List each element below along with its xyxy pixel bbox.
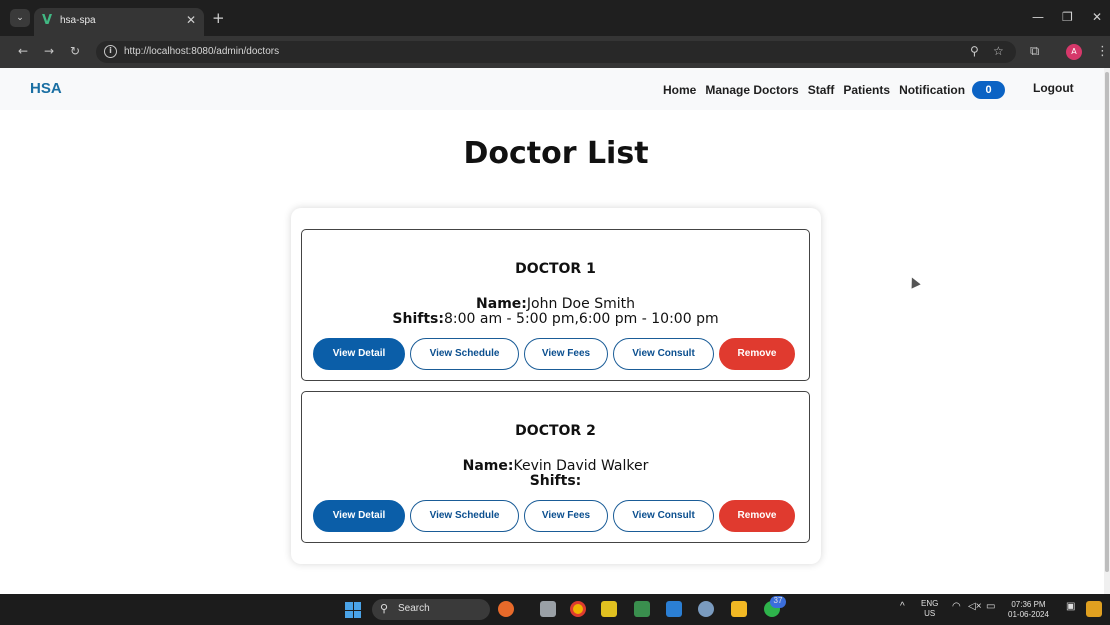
tab-title: hsa-spa: [60, 15, 96, 26]
copilot-icon[interactable]: [1086, 601, 1102, 617]
browser-menu-icon[interactable]: ⋮: [1096, 44, 1109, 59]
app-navbar: HSA Home Manage Doctors Staff Patients N…: [0, 68, 1104, 110]
taskbar-search-placeholder: Search: [398, 603, 430, 614]
bookmark-star-icon[interactable]: ☆: [993, 44, 1004, 58]
doctor-list-card: DOCTOR 1 Name:John Doe Smith Shifts:8:00…: [291, 208, 821, 564]
doctor-shifts: 8:00 am - 5:00 pm,6:00 pm - 10:00 pm: [443, 311, 719, 327]
view-schedule-button[interactable]: View Schedule: [410, 500, 519, 532]
new-tab-icon[interactable]: +: [212, 9, 225, 27]
browser-toolbar: ← → ↻ i http://localhost:8080/admin/doct…: [0, 36, 1110, 68]
extensions-icon[interactable]: ⧉: [1030, 44, 1039, 59]
site-info-icon[interactable]: i: [104, 45, 117, 58]
brand-logo[interactable]: HSA: [30, 80, 62, 97]
language-text: ENG: [921, 599, 939, 608]
notifications-icon[interactable]: ▣: [1066, 601, 1075, 612]
shifts-label: Shifts:: [529, 473, 582, 489]
minimize-icon[interactable]: —: [1032, 10, 1044, 24]
doctor-name-line: Name:Kevin David Walker: [302, 459, 809, 474]
view-detail-button[interactable]: View Detail: [313, 338, 405, 370]
doctor-heading: DOCTOR 2: [515, 423, 596, 439]
taskbar-search[interactable]: ⚲ Search: [372, 599, 490, 620]
task-view-icon[interactable]: [540, 601, 556, 617]
doctor-name: John Doe Smith: [526, 296, 635, 312]
clock-time: 07:36 PM: [1011, 600, 1046, 609]
doctor-shifts-line: Shifts:: [302, 474, 809, 489]
profile-avatar[interactable]: A: [1066, 44, 1082, 60]
nav-links: Home Manage Doctors Staff Patients Notif…: [663, 81, 1006, 99]
volume-muted-icon[interactable]: ◁×: [968, 601, 982, 612]
doctor-actions: View Detail View Schedule View Fees View…: [313, 500, 803, 532]
windows-start-icon[interactable]: [345, 602, 361, 618]
vscode-icon[interactable]: [666, 601, 682, 617]
logout-link[interactable]: Logout: [1033, 81, 1074, 95]
language-indicator[interactable]: ENG US: [921, 599, 938, 619]
chrome-icon[interactable]: [570, 601, 586, 617]
nav-notification[interactable]: Notification: [899, 83, 965, 97]
doctor-name: Kevin David Walker: [513, 458, 649, 474]
clock[interactable]: 07:36 PM 01-06-2024: [1008, 600, 1049, 620]
os-taskbar: ⚲ Search 37 ^ ENG US ◠ ◁× ▭ 07:36 PM 01-…: [0, 594, 1110, 625]
remove-button[interactable]: Remove: [719, 500, 795, 532]
close-window-icon[interactable]: ✕: [1092, 10, 1102, 24]
reload-icon[interactable]: ↻: [70, 44, 80, 58]
view-detail-button[interactable]: View Detail: [313, 500, 405, 532]
doctor-actions: View Detail View Schedule View Fees View…: [313, 338, 803, 370]
campfire-app-icon[interactable]: [498, 601, 514, 617]
notepad-icon[interactable]: [634, 601, 650, 617]
tray-chevron-icon[interactable]: ^: [900, 601, 905, 612]
address-bar[interactable]: i http://localhost:8080/admin/doctors ⚲ …: [96, 41, 1016, 63]
restore-icon[interactable]: ❐: [1062, 10, 1073, 24]
view-consult-button[interactable]: View Consult: [613, 338, 714, 370]
browser-tab[interactable]: V hsa-spa ✕: [34, 8, 204, 36]
view-schedule-button[interactable]: View Schedule: [410, 338, 519, 370]
name-label: Name:: [462, 458, 514, 474]
nav-patients[interactable]: Patients: [843, 83, 890, 97]
search-icon: ⚲: [380, 602, 389, 615]
back-icon[interactable]: ←: [18, 44, 28, 58]
view-fees-button[interactable]: View Fees: [524, 500, 608, 532]
nav-home[interactable]: Home: [663, 83, 696, 97]
app-folder-icon[interactable]: [601, 601, 617, 617]
doctor-name-line: Name:John Doe Smith: [302, 297, 809, 312]
wifi-icon[interactable]: ◠: [952, 601, 961, 612]
close-tab-icon[interactable]: ✕: [186, 13, 196, 27]
clock-date: 01-06-2024: [1008, 610, 1049, 619]
view-consult-button[interactable]: View Consult: [613, 500, 714, 532]
doctor-card: DOCTOR 2 Name:Kevin David Walker Shifts:…: [301, 391, 810, 543]
view-fees-button[interactable]: View Fees: [524, 338, 608, 370]
battery-icon[interactable]: ▭: [986, 601, 995, 612]
tab-search-icon[interactable]: ⌄: [10, 9, 30, 27]
doctor-heading: DOCTOR 1: [515, 261, 596, 277]
forward-icon[interactable]: →: [44, 44, 54, 58]
mouse-cursor-icon: [907, 275, 921, 289]
shifts-label: Shifts:: [392, 311, 444, 327]
name-label: Name:: [476, 296, 527, 312]
vue-favicon-icon: V: [42, 13, 53, 28]
chat-badge: 37: [770, 596, 786, 608]
notification-badge[interactable]: 0: [972, 81, 1006, 99]
browser-titlebar: ⌄ V hsa-spa ✕ + — ❐ ✕: [0, 0, 1110, 36]
file-explorer-icon[interactable]: [731, 601, 747, 617]
doctor-card: DOCTOR 1 Name:John Doe Smith Shifts:8:00…: [301, 229, 810, 381]
nav-staff[interactable]: Staff: [808, 83, 835, 97]
doctor-shifts-line: Shifts:8:00 am - 5:00 pm,6:00 pm - 10:00…: [302, 312, 809, 327]
url-text[interactable]: http://localhost:8080/admin/doctors: [124, 46, 279, 57]
page-title: Doctor List: [463, 136, 649, 171]
zoom-icon[interactable]: ⚲: [970, 44, 979, 58]
settings-gear-icon[interactable]: [698, 601, 714, 617]
region-text: US: [924, 609, 936, 618]
remove-button[interactable]: Remove: [719, 338, 795, 370]
nav-manage-doctors[interactable]: Manage Doctors: [705, 83, 798, 97]
